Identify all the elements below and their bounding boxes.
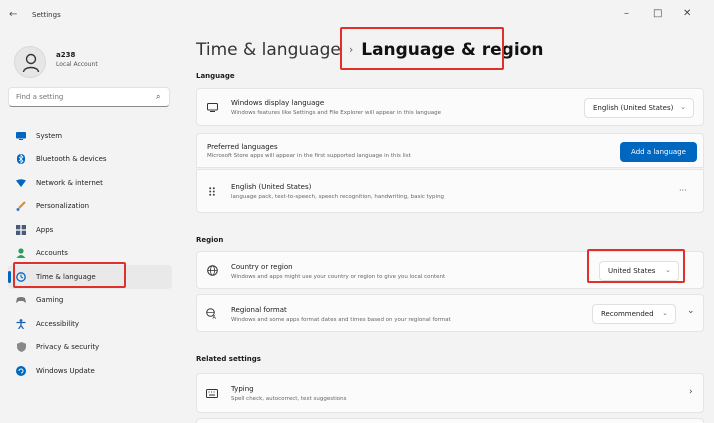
sidebar-item-bluetooth[interactable]: Bluetooth & devices bbox=[8, 148, 172, 172]
highlight-box-title bbox=[340, 27, 504, 70]
sidebar-item-label: Network & internet bbox=[36, 178, 103, 187]
breadcrumb-parent[interactable]: Time & language bbox=[196, 40, 341, 60]
sidebar-item-label: Gaming bbox=[36, 296, 64, 305]
regional-format-value: Recommended bbox=[601, 310, 654, 318]
regional-format-dropdown[interactable]: Recommended ⌄ bbox=[592, 304, 676, 324]
search-input[interactable] bbox=[8, 87, 170, 107]
chevron-down-icon: ⌄ bbox=[662, 309, 668, 317]
monitor-icon bbox=[16, 131, 26, 141]
country-region-title: Country or region bbox=[231, 263, 293, 271]
installed-language-card: English (United States) language pack, t… bbox=[196, 169, 704, 213]
drag-handle-icon[interactable] bbox=[205, 184, 219, 198]
display-language-desc: Windows features like Settings and File … bbox=[231, 110, 442, 116]
chevron-right-icon: › bbox=[689, 387, 693, 397]
monitor-icon bbox=[205, 100, 219, 114]
display-language-dropdown[interactable]: English (United States) ⌄ bbox=[584, 98, 694, 118]
gamepad-icon bbox=[16, 295, 26, 305]
back-arrow-icon[interactable]: ← bbox=[9, 9, 17, 20]
sidebar-item-system[interactable]: System bbox=[8, 124, 172, 148]
shield-icon bbox=[16, 342, 26, 353]
person-icon bbox=[16, 248, 26, 259]
sidebar-item-label: System bbox=[36, 131, 63, 140]
display-language-title: Windows display language bbox=[231, 99, 325, 107]
sidebar-item-windows-update[interactable]: Windows Update bbox=[8, 359, 172, 383]
sidebar-item-personalization[interactable]: Personalization bbox=[8, 195, 172, 219]
brush-icon bbox=[16, 201, 26, 212]
chevron-down-icon: ⌄ bbox=[680, 103, 686, 111]
avatar[interactable] bbox=[14, 46, 46, 78]
sidebar-item-label: Apps bbox=[36, 225, 54, 234]
update-icon bbox=[16, 365, 26, 376]
section-heading-language: Language bbox=[196, 72, 235, 80]
sidebar-item-network[interactable]: Network & internet bbox=[8, 171, 172, 195]
sidebar: a238 Local Account ⌕ System Bluetooth & … bbox=[0, 32, 180, 423]
highlight-box-region bbox=[587, 249, 685, 283]
highlight-box-sidebar bbox=[13, 262, 126, 288]
typing-desc: Spell check, autocorrect, text suggestio… bbox=[231, 396, 347, 402]
sidebar-item-label: Privacy & security bbox=[36, 343, 100, 352]
sidebar-item-label: Bluetooth & devices bbox=[36, 155, 107, 164]
preferred-languages-card: Preferred languages Microsoft Store apps… bbox=[196, 133, 704, 168]
next-related-card[interactable] bbox=[196, 418, 704, 423]
sidebar-item-privacy[interactable]: Privacy & security bbox=[8, 336, 172, 360]
regional-format-title: Regional format bbox=[231, 306, 287, 314]
minimize-button[interactable]: – bbox=[624, 8, 629, 19]
sidebar-item-apps[interactable]: Apps bbox=[8, 218, 172, 242]
installed-language-title: English (United States) bbox=[231, 183, 312, 191]
sidebar-nav: System Bluetooth & devices Network & int… bbox=[8, 124, 172, 383]
sidebar-item-label: Personalization bbox=[36, 202, 90, 211]
account-type: Local Account bbox=[56, 61, 98, 68]
section-heading-related: Related settings bbox=[196, 355, 261, 363]
apps-icon bbox=[16, 224, 26, 235]
sidebar-item-label: Accessibility bbox=[36, 319, 80, 328]
bluetooth-icon bbox=[16, 154, 26, 165]
user-name: a238 bbox=[56, 51, 76, 59]
sidebar-item-accessibility[interactable]: Accessibility bbox=[8, 312, 172, 336]
more-options-icon[interactable]: ··· bbox=[679, 186, 687, 195]
country-region-desc: Windows and apps might use your country … bbox=[231, 274, 446, 280]
wifi-icon bbox=[16, 178, 26, 188]
display-language-card: Windows display language Windows feature… bbox=[196, 88, 704, 126]
preferred-languages-title: Preferred languages bbox=[207, 143, 278, 151]
add-language-button[interactable]: Add a language bbox=[620, 142, 697, 162]
regional-format-desc: Windows and some apps format dates and t… bbox=[231, 317, 451, 323]
close-button[interactable]: ✕ bbox=[683, 8, 691, 19]
globe-icon bbox=[205, 263, 219, 277]
section-heading-region: Region bbox=[196, 236, 224, 244]
display-language-value: English (United States) bbox=[593, 104, 674, 112]
typing-title: Typing bbox=[231, 385, 254, 393]
sidebar-item-label: Windows Update bbox=[36, 366, 95, 375]
keyboard-icon bbox=[205, 386, 219, 400]
expand-chevron-icon[interactable]: ⌄ bbox=[687, 306, 695, 316]
search-icon[interactable]: ⌕ bbox=[156, 92, 160, 102]
typing-card[interactable]: Typing Spell check, autocorrect, text su… bbox=[196, 373, 704, 413]
accessibility-icon bbox=[16, 318, 26, 329]
window-title: Settings bbox=[32, 11, 61, 19]
installed-language-desc: language pack, text-to-speech, speech re… bbox=[231, 194, 445, 200]
svg-text:A: A bbox=[213, 315, 217, 319]
sidebar-item-label: Accounts bbox=[36, 249, 68, 258]
regional-format-card: A Regional format Windows and some apps … bbox=[196, 294, 704, 332]
sidebar-item-gaming[interactable]: Gaming bbox=[8, 289, 172, 313]
preferred-languages-desc: Microsoft Store apps will appear in the … bbox=[207, 153, 411, 159]
maximize-button[interactable]: □ bbox=[653, 8, 662, 19]
regional-format-icon: A bbox=[205, 306, 219, 320]
person-icon bbox=[22, 53, 40, 73]
